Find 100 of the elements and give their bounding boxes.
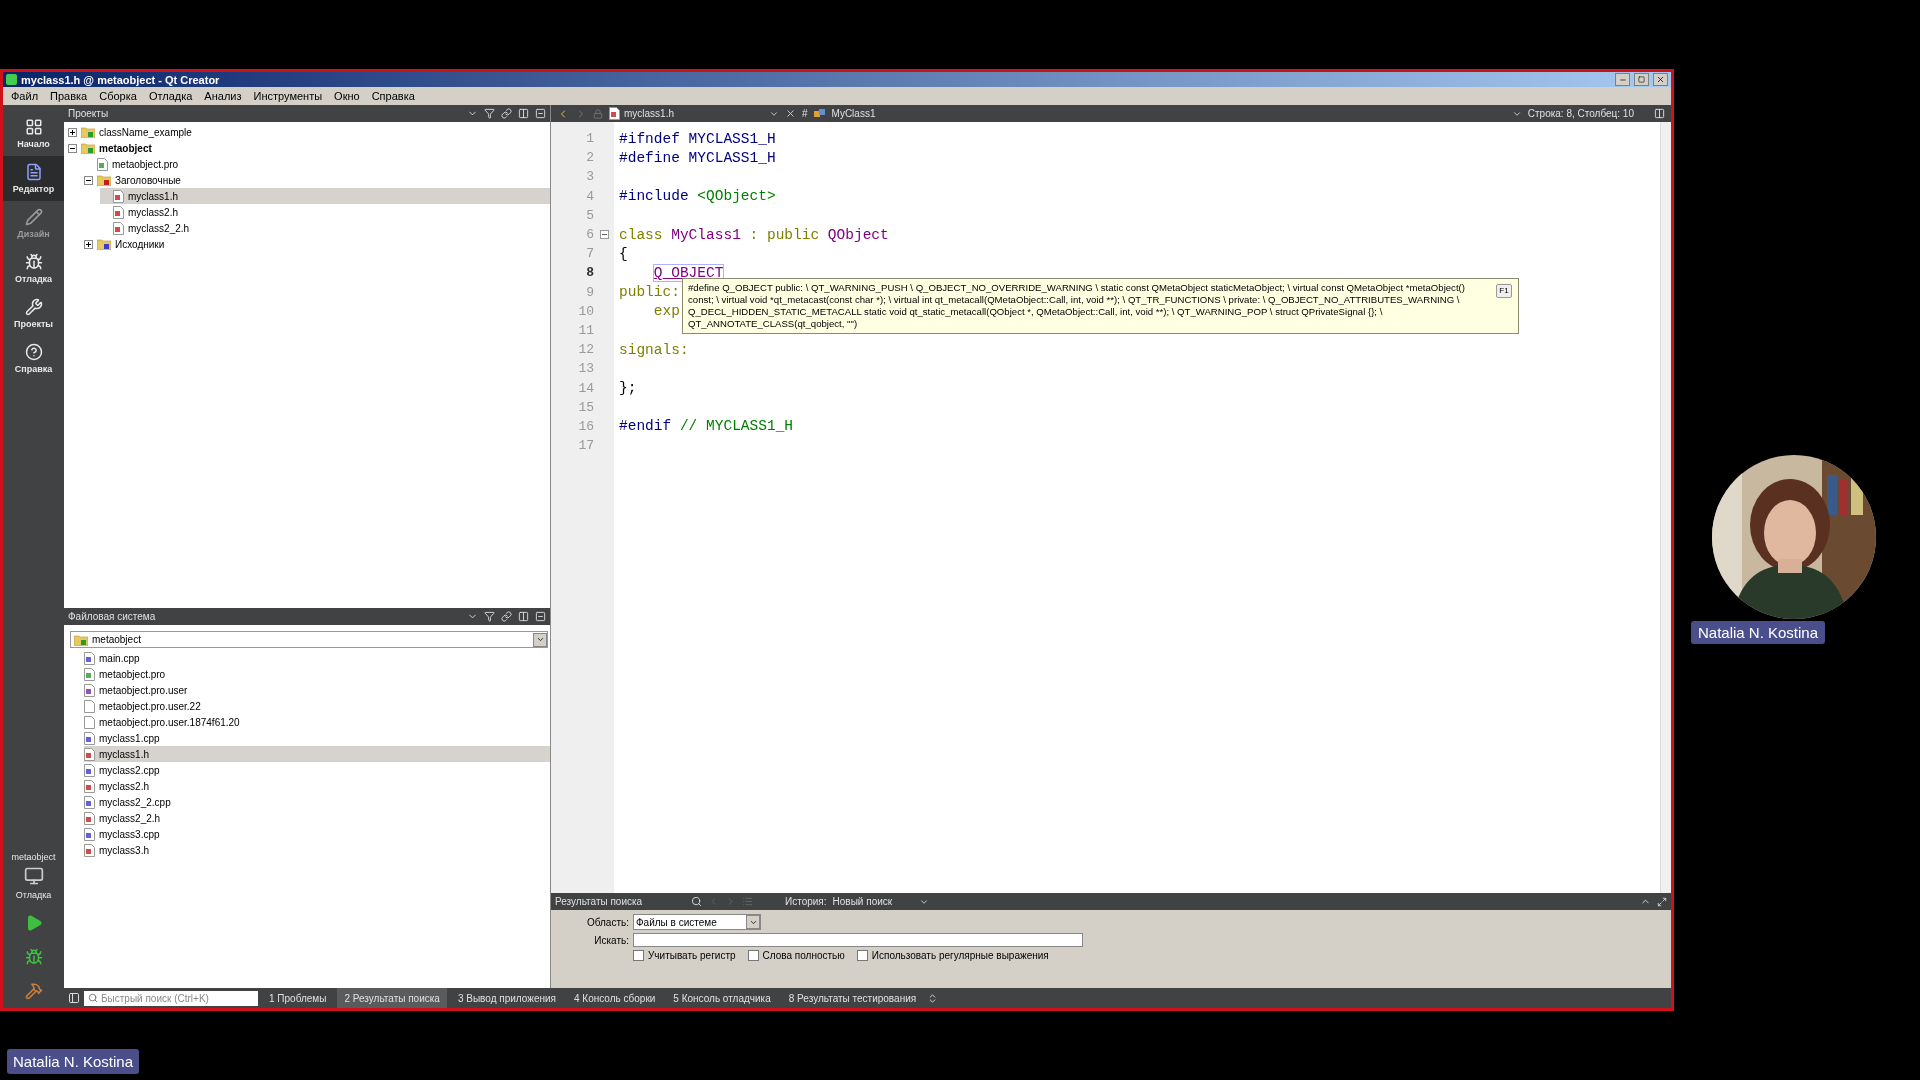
file-item[interactable]: metaobject.pro.user.1874f61.20 — [84, 714, 550, 730]
filter-icon[interactable] — [484, 611, 495, 622]
help-key[interactable]: F1 — [1496, 284, 1512, 298]
tree-item[interactable]: metaobject — [68, 140, 550, 156]
tree-item[interactable]: metaobject.pro — [84, 156, 550, 172]
tree-item[interactable]: Заголовочные — [84, 172, 550, 188]
code-line: #endif // MYCLASS1_H — [619, 418, 794, 435]
menu-item[interactable]: Файл — [5, 90, 45, 102]
scrollbar[interactable] — [1660, 122, 1671, 893]
tree-item[interactable]: myclass1.h — [100, 188, 550, 204]
output-pane-tab[interactable]: 1 Проблемы — [262, 988, 334, 1008]
folder-icon — [81, 142, 95, 154]
close-button[interactable] — [1653, 73, 1668, 86]
tree-item[interactable]: myclass2_2.h — [100, 220, 550, 236]
document-icon — [24, 163, 43, 181]
line-number: 17 — [578, 438, 594, 454]
link-icon[interactable] — [501, 611, 512, 622]
file-item[interactable]: metaobject.pro — [84, 666, 550, 682]
file-icon — [113, 221, 124, 235]
help-icon — [24, 343, 43, 361]
option-checkbox[interactable]: Использовать регулярные выражения — [856, 950, 1049, 961]
filter-icon[interactable] — [484, 108, 495, 119]
file-item[interactable]: metaobject.pro.user — [84, 682, 550, 698]
file-item[interactable]: metaobject.pro.user.22 — [84, 698, 550, 714]
file-item[interactable]: myclass1.h — [84, 746, 550, 762]
search-label: Искать: — [593, 934, 629, 946]
output-pane-tab[interactable]: 4 Консоль сборки — [567, 988, 663, 1008]
split-icon[interactable] — [1654, 108, 1665, 119]
file-icon — [84, 651, 95, 665]
code-line: }; — [619, 380, 637, 397]
search-field[interactable] — [633, 933, 1083, 947]
close-pane-icon[interactable] — [535, 611, 546, 622]
file-item[interactable]: main.cpp — [84, 650, 550, 666]
menu-item[interactable]: Анализ — [198, 90, 248, 102]
scope-dropdown[interactable]: Файлы в системе — [633, 914, 761, 930]
build-mode: Отладка — [15, 890, 52, 900]
mode-button[interactable]: Отладка — [3, 246, 64, 291]
menu-item[interactable]: Правка — [44, 90, 94, 102]
code-line: #ifndef MYCLASS1_H — [619, 130, 776, 147]
tree-item[interactable]: myclass2.h — [100, 204, 550, 220]
locator-field[interactable]: Быстрый поиск (Ctrl+K) — [84, 990, 258, 1006]
option-checkbox[interactable]: Учитывать регистр — [633, 950, 736, 961]
file-item[interactable]: myclass2_2.cpp — [84, 794, 550, 810]
collapse-icon[interactable] — [84, 175, 93, 185]
folder-dropdown[interactable]: metaobject — [70, 631, 548, 648]
file-item[interactable]: myclass2.cpp — [84, 762, 550, 778]
split-icon[interactable] — [518, 108, 529, 119]
menu-item[interactable]: Сборка — [93, 90, 143, 102]
output-pane-tab[interactable]: 2 Результаты поиска — [337, 988, 447, 1008]
line-number: 11 — [578, 322, 594, 338]
mode-button[interactable]: Начало — [3, 111, 64, 156]
file-dropdown[interactable]: myclass1.h — [609, 107, 779, 120]
history-dropdown[interactable]: Новый поиск — [832, 896, 913, 907]
line-number: 10 — [578, 303, 594, 319]
hammer-icon[interactable] — [24, 982, 43, 1000]
expand-icon[interactable] — [84, 239, 93, 249]
file-icon — [84, 811, 95, 825]
minimize-button[interactable] — [1615, 73, 1630, 86]
search-icon[interactable] — [691, 896, 702, 907]
bug-icon[interactable] — [24, 948, 43, 966]
mode-button[interactable]: Проекты — [3, 291, 64, 336]
fold-icon[interactable] — [599, 230, 609, 240]
tree-item[interactable]: Исходники — [84, 236, 550, 252]
mode-button[interactable]: Справка — [3, 336, 64, 381]
file-item[interactable]: myclass2.h — [84, 778, 550, 794]
link-icon[interactable] — [501, 108, 512, 119]
file-item[interactable]: myclass1.cpp — [84, 730, 550, 746]
menu-item[interactable]: Окно — [328, 90, 366, 102]
expand-icon[interactable] — [68, 127, 77, 137]
sidebar-toggle-icon[interactable] — [68, 992, 80, 1004]
collapse-icon[interactable] — [68, 143, 77, 153]
option-checkbox[interactable]: Слова полностью — [747, 950, 845, 961]
cursor-position: Строка: 8, Столбец: 10 — [1527, 108, 1634, 119]
file-item[interactable]: myclass3.h — [84, 842, 550, 858]
file-item[interactable]: myclass2_2.h — [84, 810, 550, 826]
monitor-icon[interactable] — [23, 866, 44, 886]
file-icon — [84, 843, 95, 857]
line-number: 13 — [578, 361, 594, 377]
split-icon[interactable] — [518, 611, 529, 622]
symbol-marker: # — [802, 108, 808, 119]
pencil-icon — [24, 208, 43, 226]
file-item[interactable]: myclass3.cpp — [84, 826, 550, 842]
line-number: 2 — [586, 150, 594, 166]
folder-icon — [97, 174, 111, 186]
output-pane-tab[interactable]: 8 Результаты тестирования — [781, 988, 924, 1008]
symbol-dropdown[interactable]: MyClass1 — [831, 108, 876, 119]
menu-item[interactable]: Инструменты — [247, 90, 329, 102]
line-number: 4 — [586, 188, 594, 204]
close-icon[interactable] — [785, 108, 796, 119]
caret-icon — [535, 635, 545, 644]
mode-button[interactable]: Редактор — [3, 156, 64, 201]
maximize-icon[interactable] — [1657, 896, 1667, 907]
menu-item[interactable]: Отладка — [142, 90, 199, 102]
close-pane-icon[interactable] — [535, 108, 546, 119]
tree-item[interactable]: className_example — [68, 124, 550, 140]
file-icon — [113, 189, 124, 203]
menu-item[interactable]: Справка — [365, 90, 421, 102]
output-pane-tab[interactable]: 5 Консоль отладчика — [666, 988, 778, 1008]
output-pane-tab[interactable]: 3 Вывод приложения — [450, 988, 563, 1008]
wrench-icon — [24, 298, 43, 316]
